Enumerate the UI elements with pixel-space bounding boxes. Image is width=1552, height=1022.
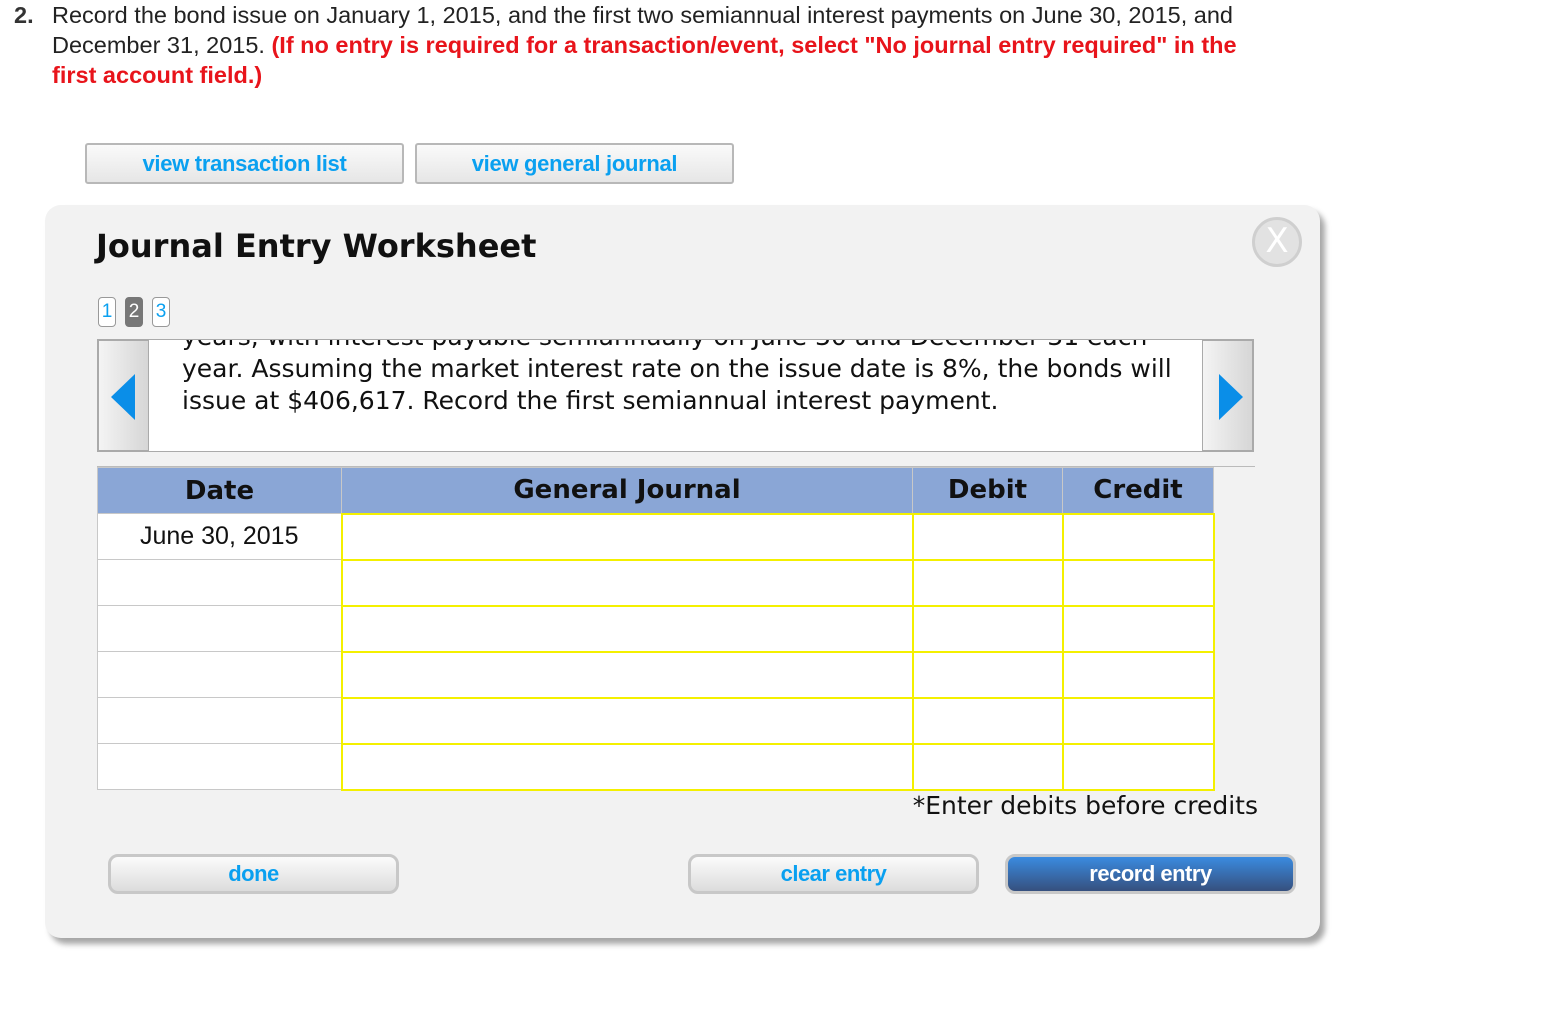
header-general-journal: General Journal [341, 467, 913, 514]
account-field[interactable] [342, 744, 912, 789]
table-row [97, 604, 1215, 653]
debit-field[interactable] [913, 606, 1062, 651]
header-debit: Debit [912, 467, 1063, 514]
account-field[interactable] [342, 606, 912, 651]
page-1-button[interactable]: 1 [98, 297, 116, 327]
date-cell [97, 605, 342, 652]
account-field[interactable] [342, 560, 912, 605]
date-cell [97, 559, 342, 606]
scenario-box: years, with interest payable semiannuall… [97, 339, 1254, 452]
credit-field[interactable] [1063, 744, 1213, 789]
left-arrow-icon [111, 374, 135, 420]
account-field[interactable] [342, 698, 912, 743]
date-cell: June 30, 2015 [97, 513, 342, 560]
next-button[interactable] [1202, 340, 1253, 451]
clear-entry-button[interactable]: clear entry [688, 854, 979, 894]
debit-field[interactable] [913, 698, 1062, 743]
right-arrow-icon [1219, 374, 1243, 420]
credit-field[interactable] [1063, 698, 1213, 743]
close-icon[interactable]: X [1252, 217, 1302, 267]
journal-table: Date General Journal Debit Credit June 3… [97, 467, 1215, 791]
page-2-button[interactable]: 2 [125, 297, 143, 327]
credit-field[interactable] [1063, 606, 1213, 651]
debit-field[interactable] [913, 652, 1062, 697]
header-date: Date [97, 467, 342, 514]
view-general-journal-button[interactable]: view general journal [415, 143, 734, 184]
credit-field[interactable] [1063, 560, 1213, 605]
date-cell [97, 697, 342, 744]
table-row: June 30, 2015 [97, 512, 1215, 561]
debit-field[interactable] [913, 744, 1062, 789]
debit-field[interactable] [913, 514, 1062, 559]
table-row [97, 650, 1215, 699]
question: 2. Record the bond issue on January 1, 2… [14, 0, 1264, 90]
question-number: 2. [14, 2, 34, 28]
previous-button[interactable] [98, 340, 149, 451]
account-field[interactable] [342, 652, 912, 697]
account-field[interactable] [342, 514, 912, 559]
credit-field[interactable] [1063, 652, 1213, 697]
journal-entry-worksheet: Journal Entry Worksheet X 1 2 3 years, w… [45, 205, 1320, 938]
view-transaction-list-button[interactable]: view transaction list [85, 143, 404, 184]
table-row [97, 696, 1215, 745]
table-row [97, 742, 1215, 791]
record-entry-button[interactable]: record entry [1005, 854, 1296, 894]
table-row [97, 558, 1215, 607]
debits-note: *Enter debits before credits [912, 791, 1258, 820]
page-3-button[interactable]: 3 [152, 297, 170, 327]
scenario-text: years, with interest payable semiannuall… [182, 340, 1172, 415]
date-cell [97, 651, 342, 698]
header-credit: Credit [1062, 467, 1214, 514]
done-button[interactable]: done [108, 854, 399, 894]
debit-field[interactable] [913, 560, 1062, 605]
worksheet-title: Journal Entry Worksheet [96, 227, 537, 265]
credit-field[interactable] [1063, 514, 1213, 559]
date-cell [97, 743, 342, 790]
